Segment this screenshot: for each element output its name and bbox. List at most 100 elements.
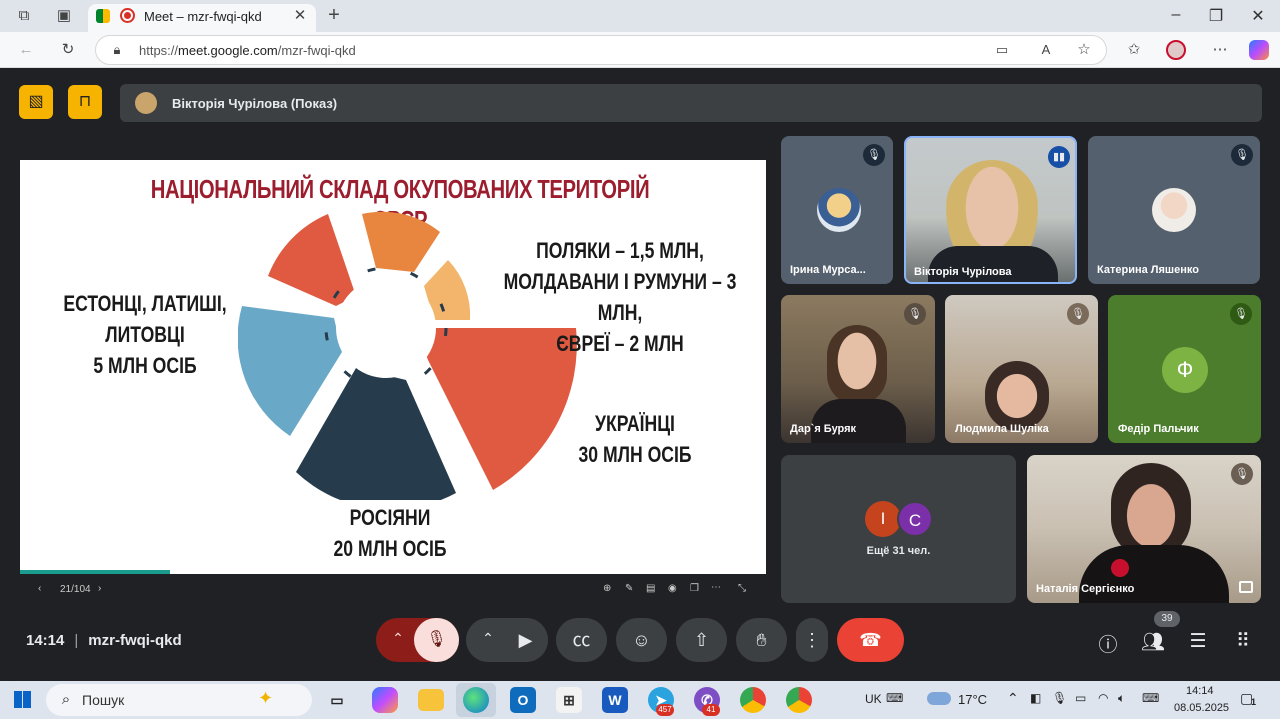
lock-icon[interactable]: 🔒︎ [108,40,126,60]
captions-icon[interactable]: ▤ [646,583,655,594]
slice-moldavians [362,211,440,272]
participant-body [928,246,1058,282]
chat-icon[interactable]: ☰ [1185,630,1211,653]
participant-tile[interactable]: 🎙︎ Ірина Мурса... [781,136,893,284]
presenter-avatar [135,92,157,114]
camera-options-icon[interactable]: ⌃ [478,630,498,647]
camera-in-use-icon[interactable]: ▭ [992,40,1012,60]
read-aloud-icon[interactable]: A [1036,40,1056,60]
close-window-icon[interactable]: ✕ [1248,6,1268,26]
embroidery-flower [1111,559,1129,577]
file-explorer-icon[interactable] [418,689,444,711]
more-menu-icon[interactable]: ⋯ [1210,40,1230,60]
battery-icon[interactable]: ▭ [1075,691,1086,705]
mic-off-icon: 🎙︎ [1231,144,1253,166]
keyboard-language[interactable]: UK [865,692,882,706]
keyboard-layout-icon[interactable]: ⌨ [1142,691,1159,705]
clock-date[interactable]: 08.05.2025 [1174,702,1229,714]
activities-icon[interactable]: ⠿ [1230,630,1256,653]
search-placeholder: Пошук [82,692,125,708]
captions-button[interactable]: ㏄ [556,618,607,662]
participant-tile-speaking[interactable]: ▮▮ Вікторія Чурілова [904,136,1077,284]
favorite-star-icon[interactable]: ☆ [1074,40,1094,60]
prev-slide-icon[interactable]: ‹ [38,583,41,594]
participant-avatar [817,188,861,232]
people-icon[interactable]: 👥︎ [1140,630,1166,654]
tray-chevron-icon[interactable]: ⌃ [1007,690,1019,707]
cloud-icon[interactable] [927,692,951,705]
participant-tile[interactable]: 🎙︎ Дар`я Буряк [781,295,935,443]
emoji-button[interactable]: ☺ [616,618,667,662]
new-tab-button[interactable]: + [324,5,344,25]
captions-off-button[interactable]: ▧ [19,85,53,119]
meeting-details: 14:14 | mzr-fwqi-qkd [26,632,182,649]
maximize-icon[interactable]: ❐ [1206,6,1226,26]
raise-hand-button[interactable]: ✋︎ [736,618,787,662]
slice-poles [268,214,356,306]
mic-off-icon: 🎙︎ [1067,303,1089,325]
viber-badge: 41 [702,704,720,716]
tab-close-icon[interactable]: ✕ [290,6,310,26]
label-poles-moldavians-jews: ПОЛЯКИ – 1,5 МЛН, МОЛДАВАНИ І РУМУНИ – 3 … [503,238,737,356]
meeting-info-icon[interactable]: ⓘ [1095,630,1121,657]
favorites-icon[interactable]: ✩ [1124,40,1144,60]
layout-button[interactable]: ⊓ [68,85,102,119]
participant-initial-avatar: І [865,501,901,537]
recording-icon [120,8,135,23]
participant-name: Федір Пальчик [1118,423,1199,435]
participant-name: Дар`я Буряк [790,423,857,435]
profile-avatar[interactable] [1166,40,1186,60]
more-options-button[interactable]: ⋮ [796,618,828,662]
windows-start-icon[interactable] [14,691,31,708]
task-view-icon[interactable]: ▭ [324,687,350,713]
participant-tile[interactable]: Ф 🎙︎ Федір Пальчик [1108,295,1261,443]
edge-icon[interactable] [463,687,489,713]
chrome-icon[interactable] [740,687,766,713]
participant-avatar [1152,188,1196,232]
present-button[interactable]: ⇧ [676,618,727,662]
presenter-name: Вікторія Чурілова (Показ) [172,96,338,111]
participant-video [985,361,1049,431]
reload-icon[interactable]: ↻ [58,40,78,60]
volume-icon[interactable]: 🔈︎ [1118,691,1125,706]
participant-tile[interactable]: 🎙︎ Наталія Сергієнко [1027,455,1261,603]
meet-tray-icon[interactable]: ◧ [1030,691,1041,705]
keyboard-icon[interactable]: ⌨ [886,691,903,705]
workspaces-icon[interactable]: ⧉ [14,6,34,26]
meet-favicon-icon [96,9,110,23]
pip-icon[interactable]: ❐ [690,583,699,594]
search-icon: ⌕ [61,691,71,708]
participant-body [811,399,906,443]
mic-off-icon: 🎙︎ [1231,463,1253,485]
chrome-profile-icon[interactable] [786,687,812,713]
next-slide-icon[interactable]: › [98,583,101,594]
pin-tile-icon[interactable] [1239,581,1253,593]
participant-tile[interactable]: 🎙︎ Людмила Шуліка [945,295,1098,443]
tab-actions-icon[interactable]: ▣ [54,6,74,26]
mic-options-icon[interactable]: ⌃ [388,630,408,647]
cast-icon[interactable]: ◉ [668,583,677,594]
tab-title: Meet – mzr-fwqi-qkd [144,9,262,24]
clock-time[interactable]: 14:14 [1186,685,1214,697]
participant-tile[interactable]: 🎙︎ Катерина Ляшенко [1088,136,1260,284]
weather-temp[interactable]: 17°C [958,692,987,707]
more-participants-tile[interactable]: І С Ещё 31 чел. [781,455,1016,603]
mic-off-icon: 🎙︎ [1230,303,1252,325]
store-icon[interactable]: ⊞ [556,687,582,713]
outlook-icon[interactable]: O [510,687,536,713]
minimize-icon[interactable]: – [1166,6,1186,24]
zoom-icon[interactable]: ⊕ [603,583,611,594]
back-icon[interactable]: ← [16,40,36,60]
fullscreen-icon[interactable]: ⤡ [738,583,746,594]
participant-initial-avatar: Ф [1162,347,1208,393]
leave-call-button[interactable]: ☎︎ [837,618,904,662]
wifi-icon[interactable]: ◠ [1098,691,1108,705]
slide-more-icon[interactable]: ⋯ [711,582,721,593]
camera-button[interactable]: ▶ [503,618,548,662]
copilot-icon[interactable] [1249,40,1269,60]
mic-off-button[interactable]: 🎙︎ [414,618,459,662]
copilot-taskbar-icon[interactable] [372,687,398,713]
word-icon[interactable]: W [602,687,628,713]
pointer-icon[interactable]: ✎ [625,583,633,594]
microphone-tray-icon[interactable]: 🎙︎ [1052,691,1067,705]
